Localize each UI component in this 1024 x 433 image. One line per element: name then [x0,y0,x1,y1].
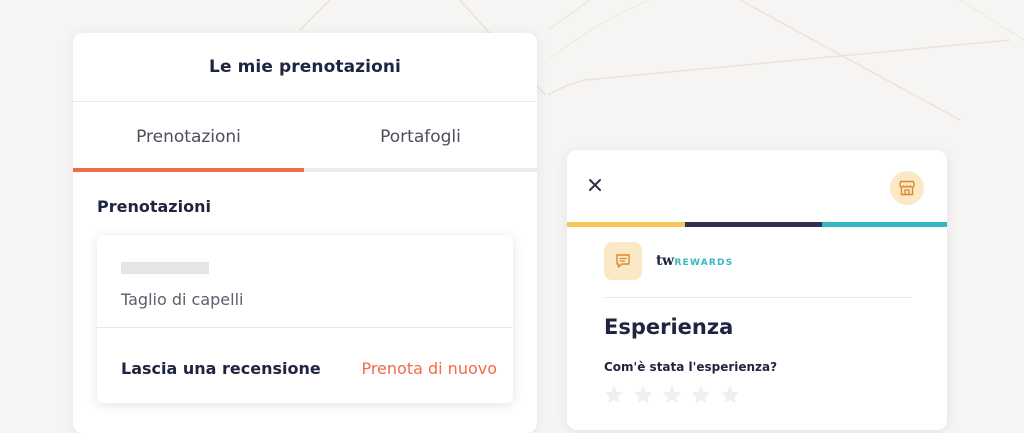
rebook-button[interactable]: Prenota di nuovo [361,359,497,378]
tab-portafogli[interactable]: Portafogli [304,102,537,172]
progress-segment [567,222,685,227]
active-tab-indicator [73,168,304,172]
page-title: Le mie prenotazioni [209,57,401,77]
brand-row: tw REWARDS [604,242,733,280]
close-icon[interactable] [587,177,603,193]
star-rating [603,384,748,406]
chat-icon [604,242,642,280]
booking-date-placeholder [121,262,209,274]
star-icon[interactable] [632,384,654,406]
store-icon [899,180,915,196]
experience-heading: Esperienza [604,315,734,339]
progress-strip [567,222,947,227]
star-icon[interactable] [661,384,683,406]
store-button[interactable] [890,171,924,205]
divider [604,297,911,298]
tw-rewards-logo: tw REWARDS [656,253,734,269]
star-icon[interactable] [719,384,741,406]
divider [97,327,513,328]
bookings-card: Le mie prenotazioni Prenotazioni Portafo… [73,33,537,433]
leave-review-button[interactable]: Lascia una recensione [121,359,321,378]
tab-bar: Prenotazioni Portafogli [73,102,537,172]
header-bar: Le mie prenotazioni [73,33,537,102]
progress-segment [822,222,947,227]
booking-service: Taglio di capelli [121,290,244,309]
review-panel: tw REWARDS Esperienza Com'è stata l'espe… [567,150,947,430]
experience-question: Com'è stata l'esperienza? [604,360,778,374]
progress-segment [685,222,822,227]
section-title: Prenotazioni [97,197,211,216]
tab-prenotazioni[interactable]: Prenotazioni [73,102,304,172]
booking-item: Taglio di capelli Lascia una recensione … [97,235,513,403]
star-icon[interactable] [603,384,625,406]
star-icon[interactable] [690,384,712,406]
